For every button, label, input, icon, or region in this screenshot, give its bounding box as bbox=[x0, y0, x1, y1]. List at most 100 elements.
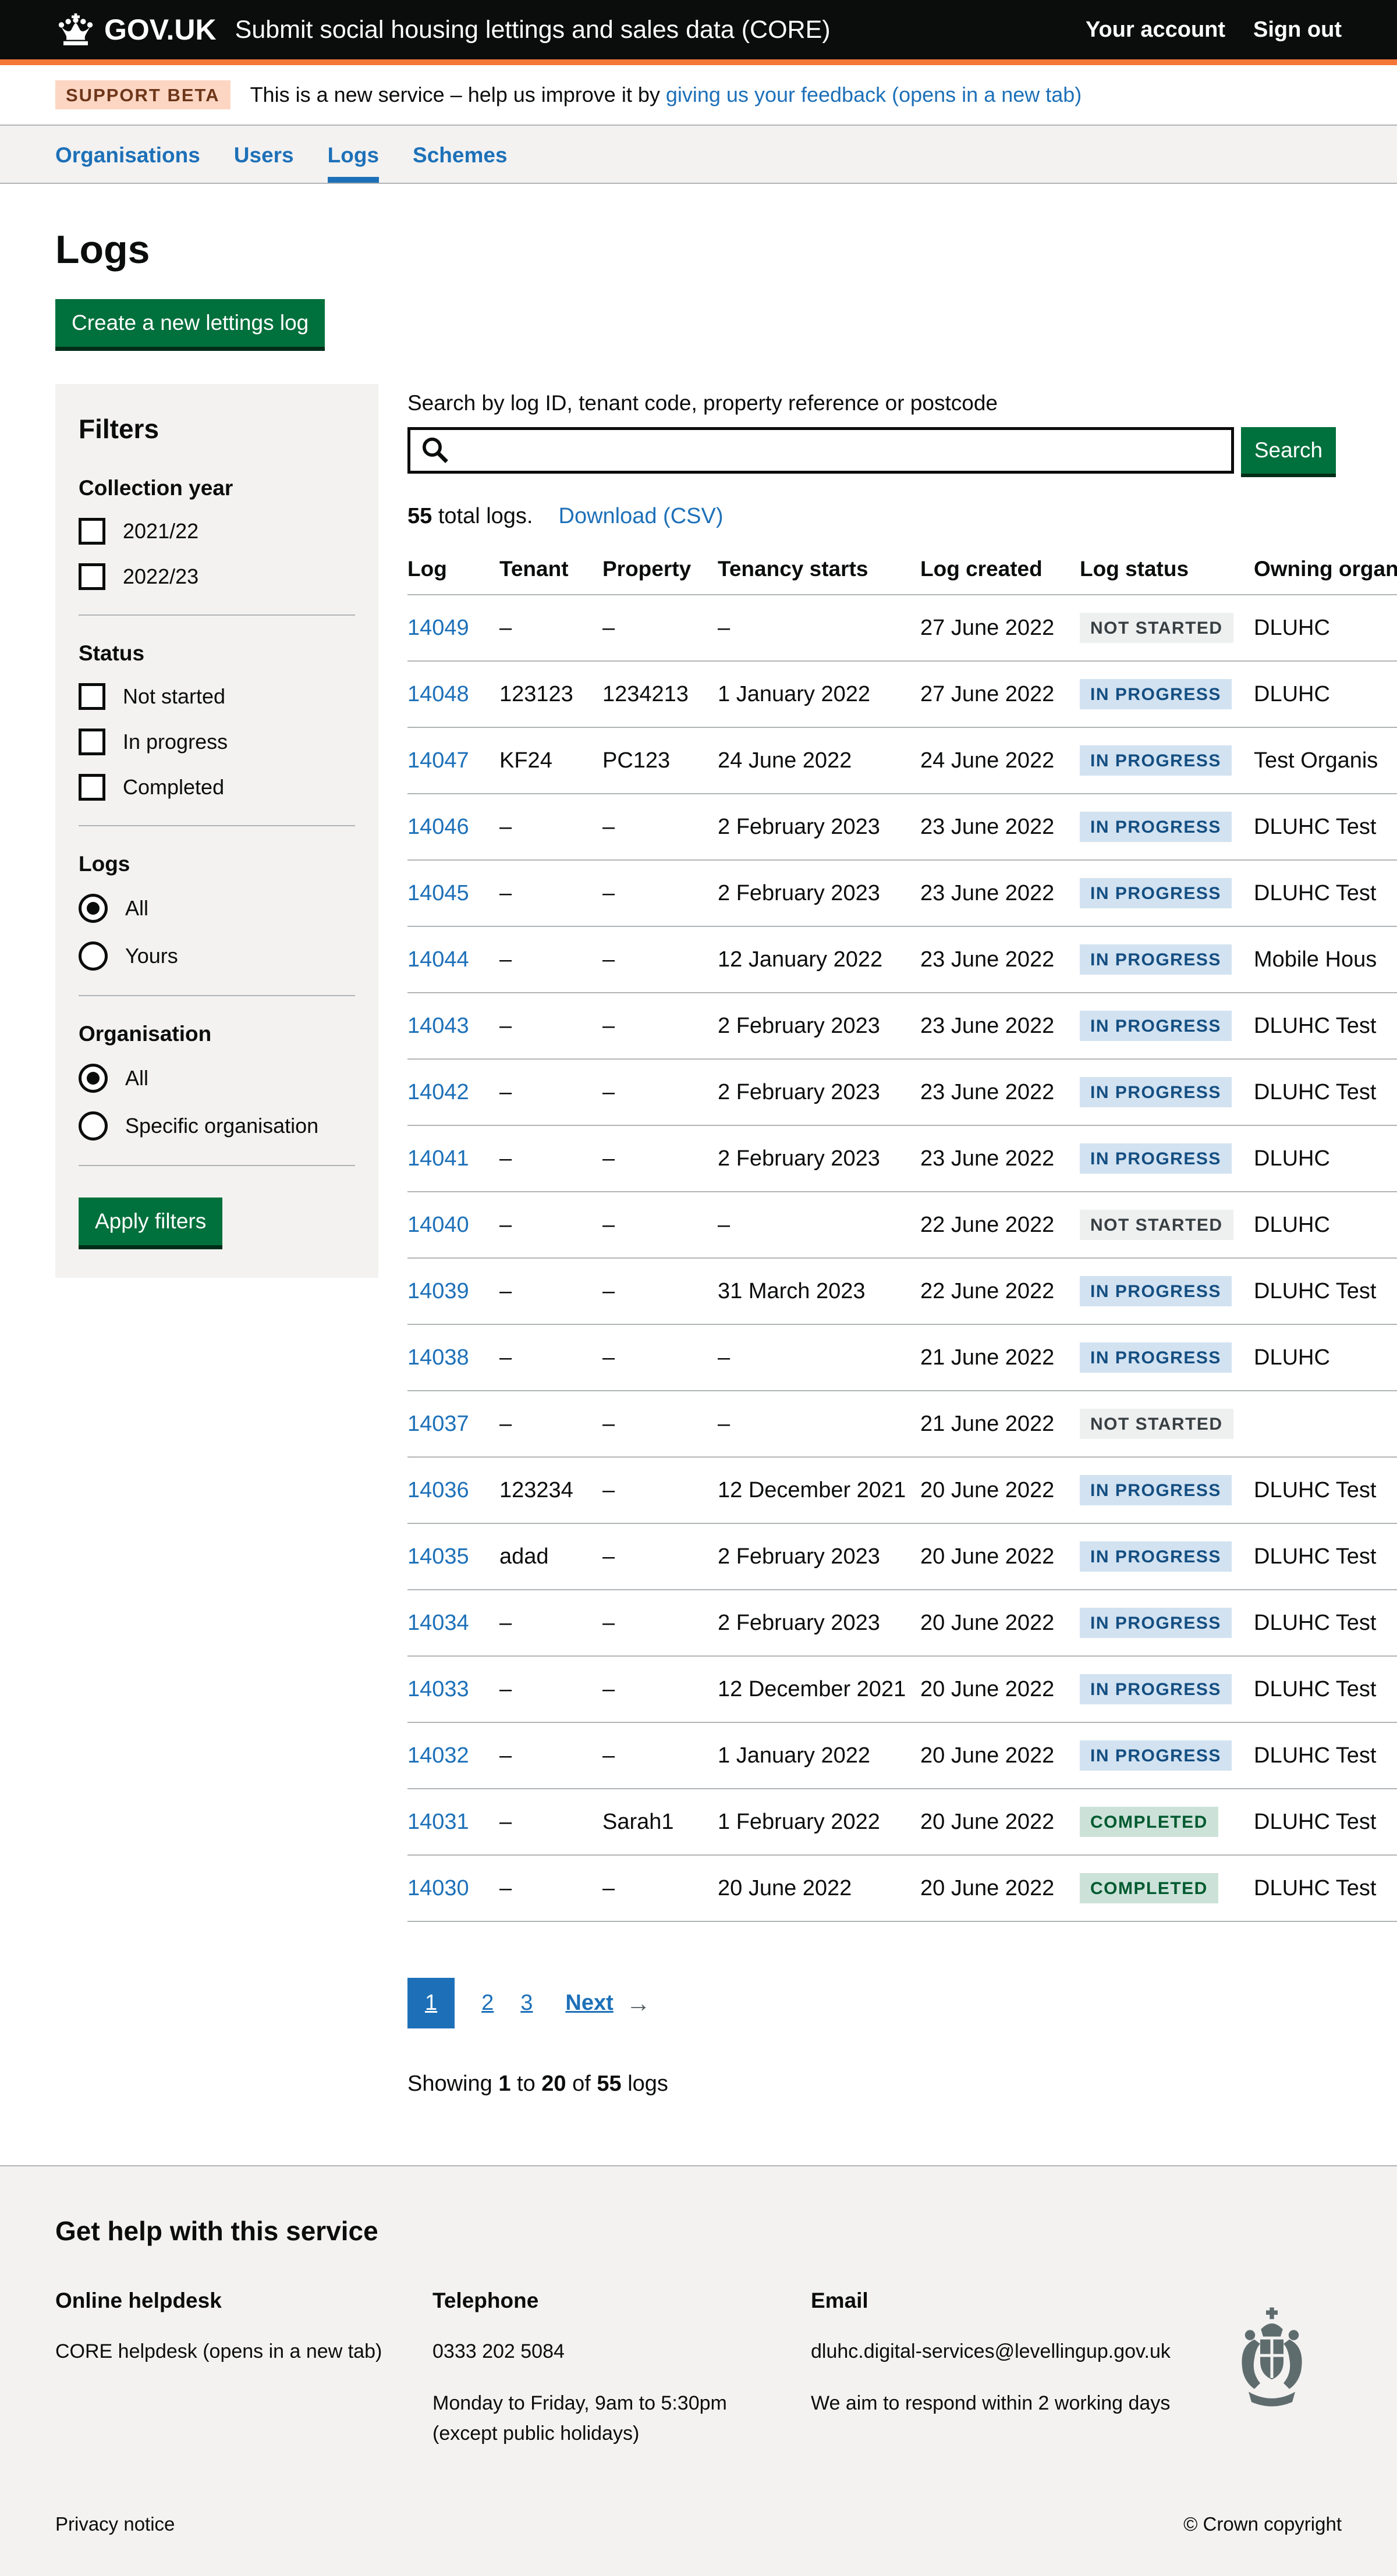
radio-all[interactable] bbox=[79, 894, 108, 923]
log-id-link[interactable]: 14045 bbox=[407, 881, 469, 905]
cell-owning-organisation: DLUHC Test bbox=[1254, 1722, 1397, 1789]
cell-owning-organisation: DLUHC bbox=[1254, 1125, 1397, 1192]
cell-property: – bbox=[602, 993, 718, 1059]
log-id-link[interactable]: 14047 bbox=[407, 748, 469, 773]
apply-filters-button[interactable]: Apply filters bbox=[79, 1198, 222, 1245]
filter-group-collection-year: Collection year 2021/222022/23 bbox=[79, 476, 355, 590]
log-id-link[interactable]: 14038 bbox=[407, 1345, 469, 1370]
online-helpdesk-heading: Online helpdesk bbox=[55, 2289, 432, 2313]
telephone-hours: Monday to Friday, 9am to 5:30pm(except p… bbox=[432, 2388, 811, 2449]
log-id-link[interactable]: 14037 bbox=[407, 1412, 469, 1436]
tab-organisations[interactable]: Organisations bbox=[55, 126, 200, 183]
cell-log-status: IN PROGRESS bbox=[1080, 727, 1254, 794]
log-id-link[interactable]: 14039 bbox=[407, 1279, 469, 1303]
cell-log_created: 21 June 2022 bbox=[920, 1324, 1080, 1391]
cell-owning-organisation bbox=[1254, 1391, 1397, 1457]
log-id-link[interactable]: 14036 bbox=[407, 1478, 469, 1502]
log-id-link[interactable]: 14046 bbox=[407, 815, 469, 839]
create-lettings-log-button[interactable]: Create a new lettings log bbox=[55, 299, 325, 347]
log-id-link[interactable]: 14032 bbox=[407, 1743, 469, 1768]
table-row: 14045––2 February 202323 June 2022IN PRO… bbox=[407, 860, 1397, 926]
cell-tenancy_starts: 2 February 2023 bbox=[718, 993, 920, 1059]
tab-schemes[interactable]: Schemes bbox=[413, 126, 508, 183]
email-link[interactable]: dluhc.digital-services@levellingup.gov.u… bbox=[811, 2336, 1253, 2367]
cell-log_created: 22 June 2022 bbox=[920, 1192, 1080, 1258]
filter-option-label: Yours bbox=[125, 944, 178, 968]
radio-specific-organisation[interactable] bbox=[79, 1111, 108, 1140]
cell-owning-organisation: DLUHC bbox=[1254, 1324, 1397, 1391]
table-row: 14036123234–12 December 202120 June 2022… bbox=[407, 1457, 1397, 1523]
cell-property: – bbox=[602, 926, 718, 993]
log-id-link[interactable]: 14035 bbox=[407, 1544, 469, 1569]
email-heading: Email bbox=[811, 2289, 1253, 2313]
log-id-link[interactable]: 14042 bbox=[407, 1080, 469, 1104]
service-name-link[interactable]: Submit social housing lettings and sales… bbox=[235, 16, 831, 44]
telephone-number: 0333 202 5084 bbox=[432, 2336, 811, 2367]
cell-property: – bbox=[602, 1855, 718, 1921]
results-section: Search by log ID, tenant code, property … bbox=[407, 384, 1342, 2165]
log-id-link[interactable]: 14031 bbox=[407, 1810, 469, 1834]
cell-log-status: COMPLETED bbox=[1080, 1855, 1254, 1921]
filter-option-label: Completed bbox=[123, 775, 224, 800]
cell-tenant: adad bbox=[499, 1523, 602, 1590]
pagination-next-link[interactable]: Next bbox=[565, 1991, 613, 2016]
feedback-link[interactable]: giving us your feedback (opens in a new … bbox=[666, 83, 1082, 106]
table-row: 14033––12 December 202120 June 2022IN PR… bbox=[407, 1656, 1397, 1722]
radio-all[interactable] bbox=[79, 1064, 108, 1093]
govuk-header: GOV.UK Submit social housing lettings an… bbox=[0, 0, 1397, 65]
table-row: 14037–––21 June 2022NOT STARTED bbox=[407, 1391, 1397, 1457]
crown-copyright-link[interactable]: © Crown copyright bbox=[1183, 2513, 1342, 2535]
log-id-link[interactable]: 14033 bbox=[407, 1677, 469, 1701]
cell-tenant: – bbox=[499, 1258, 602, 1324]
search-button[interactable]: Search bbox=[1241, 427, 1336, 474]
checkbox-completed[interactable] bbox=[79, 774, 105, 801]
search-icon bbox=[420, 435, 449, 467]
govuk-logo-text[interactable]: GOV.UK bbox=[104, 13, 217, 47]
checkbox-2021-22[interactable] bbox=[79, 518, 105, 545]
cell-tenancy_starts: 1 February 2022 bbox=[718, 1789, 920, 1855]
checkbox-in-progress[interactable] bbox=[79, 729, 105, 755]
log-id-link[interactable]: 14041 bbox=[407, 1146, 469, 1171]
status-badge: IN PROGRESS bbox=[1080, 1077, 1232, 1107]
your-account-link[interactable]: Your account bbox=[1086, 17, 1225, 42]
filter-divider bbox=[79, 614, 355, 616]
tab-users[interactable]: Users bbox=[234, 126, 294, 183]
log-id-link[interactable]: 14040 bbox=[407, 1213, 469, 1237]
core-helpdesk-link[interactable]: CORE helpdesk (opens in a new tab) bbox=[55, 2336, 432, 2367]
status-badge: IN PROGRESS bbox=[1080, 1143, 1232, 1174]
checkbox-not-started[interactable] bbox=[79, 683, 105, 710]
pagination-page-3[interactable]: 3 bbox=[520, 1991, 533, 2016]
download-csv-link[interactable]: Download (CSV) bbox=[559, 504, 724, 529]
cell-tenant: – bbox=[499, 860, 602, 926]
pagination-page-2[interactable]: 2 bbox=[481, 1991, 494, 2016]
showing-summary: Showing 1 to 20 of 55 logs bbox=[407, 2072, 1342, 2097]
cell-property: – bbox=[602, 1059, 718, 1125]
log-id-link[interactable]: 14048 bbox=[407, 682, 469, 706]
cell-log_created: 20 June 2022 bbox=[920, 1855, 1080, 1921]
checkbox-2022-23[interactable] bbox=[79, 563, 105, 590]
tab-logs[interactable]: Logs bbox=[328, 126, 379, 183]
radio-yours[interactable] bbox=[79, 941, 108, 971]
sign-out-link[interactable]: Sign out bbox=[1253, 17, 1342, 42]
log-id-link[interactable]: 14044 bbox=[407, 947, 469, 972]
log-id-link[interactable]: 14030 bbox=[407, 1876, 469, 1900]
cell-log_created: 20 June 2022 bbox=[920, 1457, 1080, 1523]
cell-property: – bbox=[602, 1590, 718, 1656]
log-id-link[interactable]: 14034 bbox=[407, 1611, 469, 1635]
footer-title: Get help with this service bbox=[55, 2215, 1342, 2247]
telephone-heading: Telephone bbox=[432, 2289, 811, 2313]
status-badge: IN PROGRESS bbox=[1080, 745, 1232, 776]
cell-owning-organisation: DLUHC Test bbox=[1254, 794, 1397, 860]
cell-log_created: 20 June 2022 bbox=[920, 1656, 1080, 1722]
cell-tenancy_starts: 20 June 2022 bbox=[718, 1855, 920, 1921]
log-id-link[interactable]: 14049 bbox=[407, 616, 469, 640]
pagination-current-page[interactable]: 1 bbox=[407, 1978, 455, 2028]
privacy-notice-link[interactable]: Privacy notice bbox=[55, 2513, 175, 2535]
search-input[interactable] bbox=[407, 427, 1234, 474]
log-id-link[interactable]: 14043 bbox=[407, 1014, 469, 1038]
cell-log-status: NOT STARTED bbox=[1080, 1391, 1254, 1457]
logs-table: Log Tenant Property Tenancy starts Log c… bbox=[407, 546, 1397, 1922]
cell-log-status: NOT STARTED bbox=[1080, 595, 1254, 661]
filter-group-logs: Logs AllYours bbox=[79, 852, 355, 971]
col-log: Log bbox=[407, 546, 499, 595]
